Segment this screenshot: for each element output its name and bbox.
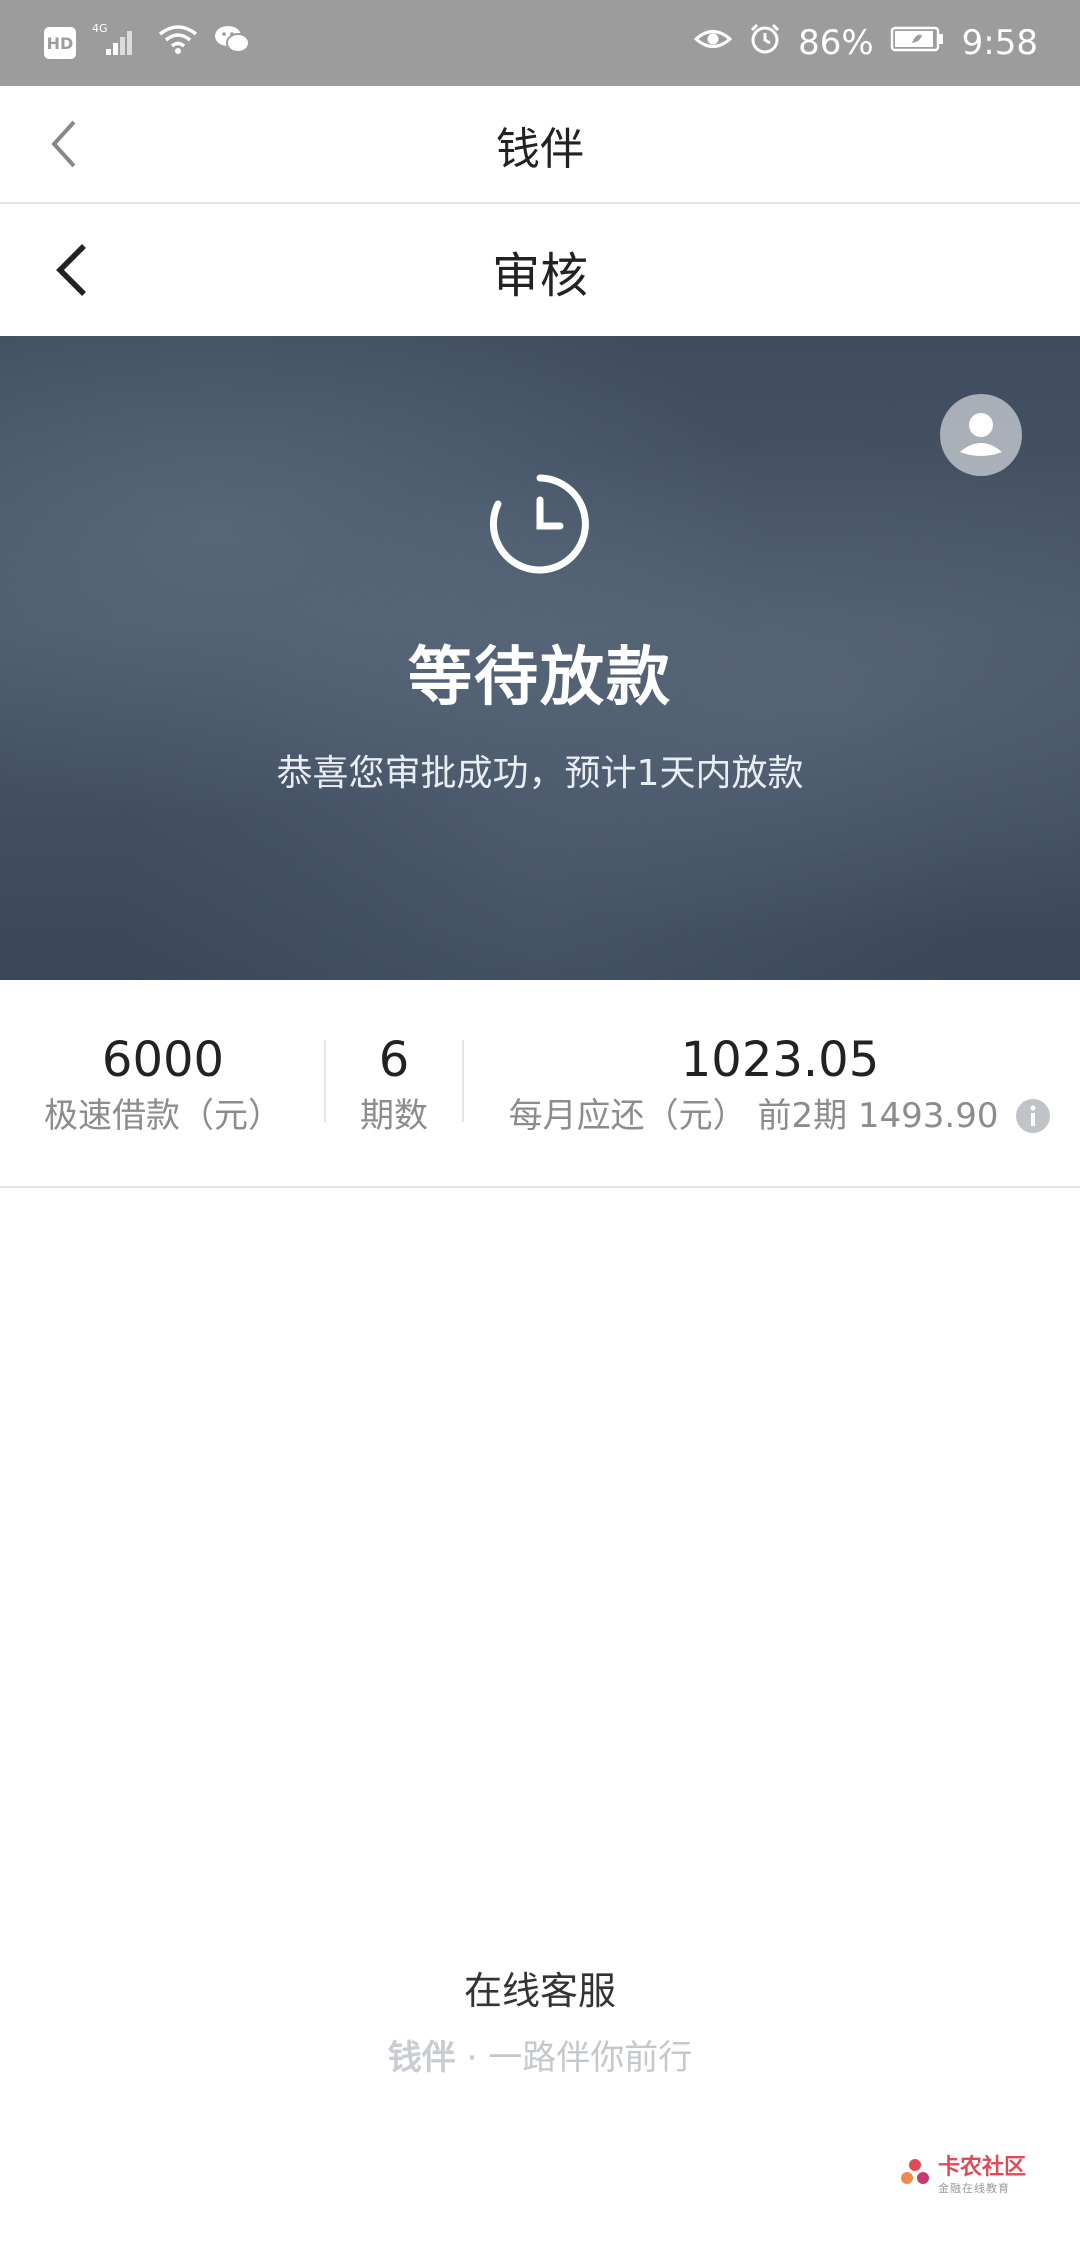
app-header: 钱伴 <box>0 86 1080 204</box>
loan-amount-value: 6000 <box>101 1032 225 1088</box>
alarm-icon <box>748 22 782 64</box>
wechat-icon <box>214 23 250 63</box>
loan-amount-label: 极速借款（元） <box>44 1096 282 1136</box>
status-right: 86% 9:58 <box>693 22 1038 64</box>
hd-icon: HD <box>44 27 76 59</box>
watermark: 卡农社区 金融在线教育 <box>898 2152 1048 2198</box>
user-avatar-icon[interactable] <box>940 394 1022 476</box>
clock-time: 9:58 <box>961 23 1038 63</box>
loan-summary: 6000 极速借款（元） 6 期数 1023.05 每月应还（元） 前2期 14… <box>0 980 1080 1188</box>
monthly-payment-label: 每月应还（元） <box>508 1096 747 1136</box>
battery-percent: 86% <box>798 23 874 63</box>
info-icon[interactable] <box>1015 1097 1051 1133</box>
page-header: 审核 <box>0 206 1080 336</box>
battery-icon <box>890 24 946 62</box>
status-bar: HD 4G 86% 9:58 <box>0 0 1080 86</box>
online-service-link[interactable]: 在线客服 <box>0 1960 1080 2015</box>
loan-periods-value: 6 <box>378 1032 410 1088</box>
monthly-payment-label-row: 每月应还（元） 前2期 1493.90 <box>490 1090 1070 1142</box>
eye-icon <box>693 24 733 62</box>
summary-divider <box>324 1040 326 1122</box>
summary-divider <box>462 1040 464 1122</box>
watermark-logo-icon <box>898 2156 932 2194</box>
page-title: 审核 <box>491 248 588 304</box>
slogan: 钱伴 · 一路伴你前行 <box>0 2030 1080 2079</box>
app-title: 钱伴 <box>496 124 584 175</box>
status-title: 等待放款 <box>408 641 672 715</box>
loan-amount: 6000 极速借款（元） <box>28 1030 298 1142</box>
status-left: HD 4G <box>44 21 250 65</box>
status-hero: 等待放款 恭喜您审批成功，预计1天内放款 <box>0 336 1080 980</box>
clock-icon <box>488 472 592 576</box>
signal-icon: 4G <box>92 21 142 65</box>
loan-periods: 6 期数 <box>330 1030 458 1142</box>
first-periods-note: 前2期 1493.90 <box>757 1096 999 1136</box>
monthly-payment: 1023.05 每月应还（元） 前2期 1493.90 <box>490 1030 1070 1142</box>
network-type-label: 4G <box>92 22 108 35</box>
status-description: 恭喜您审批成功，预计1天内放款 <box>276 753 804 794</box>
watermark-sub: 金融在线教育 <box>938 2181 1010 2195</box>
watermark-main: 卡农社区 <box>938 2154 1027 2180</box>
slogan-text: · 一路伴你前行 <box>466 2038 693 2078</box>
wifi-icon <box>158 22 198 64</box>
monthly-payment-value: 1023.05 <box>680 1032 880 1088</box>
slogan-brand: 钱伴 <box>387 2038 456 2078</box>
loan-periods-label: 期数 <box>360 1096 428 1136</box>
watermark-text: 卡农社区 金融在线教育 <box>938 2154 1027 2195</box>
